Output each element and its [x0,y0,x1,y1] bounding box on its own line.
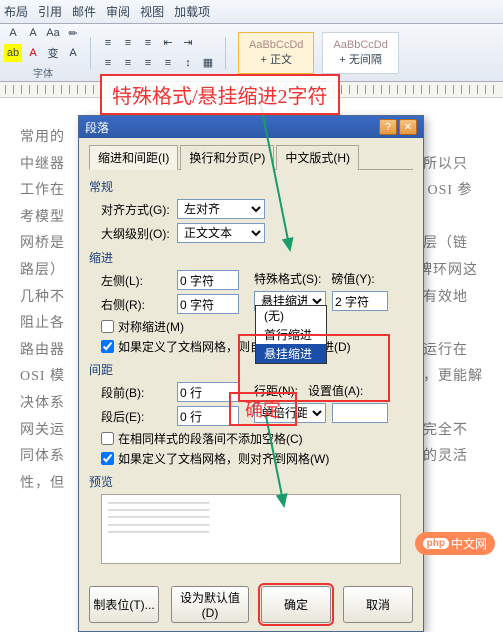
line-spacing-icon[interactable]: ↕ [179,54,197,72]
section-preview: 预览 [89,473,413,490]
php-cn-logo: php 中文网 [415,532,495,555]
tab-view[interactable]: 视图 [140,3,164,20]
help-icon[interactable]: ? [379,119,397,135]
indent-right-input[interactable] [177,294,239,314]
dropdown-option-none[interactable]: (无) [256,306,326,325]
arrow-to-special [250,100,310,260]
dropdown-option-hanging[interactable]: 悬挂缩进 [256,344,326,363]
section-spacing: 间距 [89,361,413,378]
dropdown-option-firstline[interactable]: 首行缩进 [256,325,326,344]
after-label: 段后(E): [101,408,171,425]
ok-button[interactable]: 确定 [261,586,331,623]
bullets-icon[interactable]: ≡ [99,34,117,52]
outline-label: 大纲级别(O): [101,225,171,242]
shading-icon[interactable]: ▦ [199,54,217,72]
tab-layout[interactable]: 布局 [4,3,28,20]
annotation-ok: 确定 [229,392,297,426]
no-space-same-style-checkbox[interactable] [101,432,114,445]
annotation-special-format: 特殊格式/悬挂缩进2字符 [100,74,340,115]
tab-references[interactable]: 引用 [38,3,62,20]
font-color-icon[interactable]: A [24,44,42,62]
tab-indent-spacing[interactable]: 缩进和间距(I) [89,145,178,170]
at-input[interactable] [332,403,388,423]
dialog-footer: 制表位(T)... 设为默认值(D) 确定 取消 [79,578,423,631]
style-name: + 正文 [249,51,303,67]
snap-grid-checkbox[interactable] [101,452,114,465]
indent-right-label: 右侧(R): [101,296,171,313]
tab-review[interactable]: 审阅 [106,3,130,20]
style-preview: AaBbCcDd [333,39,387,51]
numbering-icon[interactable]: ≡ [119,34,137,52]
font-shrink-icon[interactable]: A [24,24,42,42]
snap-grid-label: 如果定义了文档网格，则对齐到网格(W) [118,450,329,467]
align-left-icon[interactable]: ≡ [99,54,117,72]
default-button[interactable]: 设为默认值(D) [171,586,249,623]
style-nospacing[interactable]: AaBbCcDd + 无间隔 [322,32,398,74]
logo-cn: 中文网 [451,535,487,552]
align-right-icon[interactable]: ≡ [139,54,157,72]
dialog-title: 段落 [85,119,109,136]
style-name: + 无间隔 [333,51,387,67]
special-format-dropdown: (无) 首行缩进 悬挂缩进 [255,305,327,364]
char-border-icon[interactable]: A [64,44,82,62]
tab-mail[interactable]: 邮件 [72,3,96,20]
style-normal[interactable]: AaBbCcDd + 正文 [238,32,314,74]
before-label: 段前(B): [101,384,171,401]
alignment-label: 对齐方式(G): [101,201,171,218]
special-label: 特殊格式(S): [254,270,321,287]
at-label: 设置值(A): [308,382,363,399]
align-justify-icon[interactable]: ≡ [159,54,177,72]
close-icon[interactable]: ✕ [399,119,417,135]
separator-icon [90,37,91,69]
font-section-label: 字体 [4,64,82,81]
style-preview: AaBbCcDd [249,39,303,51]
preview-box: ━━━━━━━━━━━━━━━━━━━━━━━━━━━━━━━━━━━━━━━━… [101,494,401,564]
by-input[interactable] [332,291,388,311]
highlight-icon[interactable]: ab [4,44,22,62]
mirror-indent-checkbox[interactable] [101,320,114,333]
indent-left-input[interactable] [177,270,239,290]
multilevel-icon[interactable]: ≡ [139,34,157,52]
separator-icon [225,37,226,69]
tab-addins[interactable]: 加载项 [174,3,210,20]
align-center-icon[interactable]: ≡ [119,54,137,72]
mirror-indent-label: 对称缩进(M) [118,318,184,335]
tabs-button[interactable]: 制表位(T)... [89,586,159,623]
ribbon-tabs: 布局 引用 邮件 审阅 视图 加载项 [0,0,503,24]
indent-dec-icon[interactable]: ⇤ [159,34,177,52]
logo-php: php [423,538,449,549]
cancel-button[interactable]: 取消 [343,586,413,623]
auto-adjust-indent-checkbox[interactable] [101,340,114,353]
ruby-icon[interactable]: 变 [44,44,62,62]
font-grow-icon[interactable]: A [4,24,22,42]
indent-inc-icon[interactable]: ⇥ [179,34,197,52]
clear-format-icon[interactable]: ✏ [64,24,82,42]
indent-left-label: 左侧(L): [101,272,171,289]
by-label: 磅值(Y): [331,270,374,287]
arrow-to-ok [256,416,296,516]
change-case-icon[interactable]: Aa [44,24,62,42]
